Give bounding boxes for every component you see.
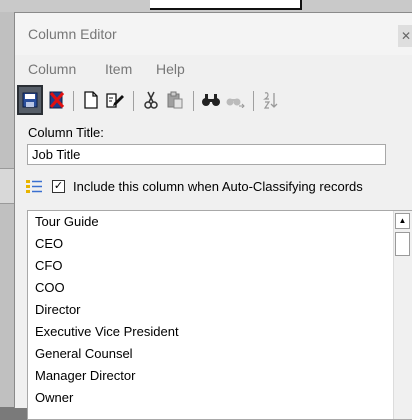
toolbar-separator: [193, 91, 194, 111]
list-item[interactable]: COO: [28, 277, 412, 299]
find-next-icon: [226, 98, 245, 108]
auto-classify-checkbox[interactable]: ✓: [52, 180, 65, 193]
menu-item[interactable]: Item: [105, 61, 132, 77]
auto-classify-label: Include this column when Auto-Classifyin…: [73, 179, 363, 194]
classify-list-icon: [26, 180, 42, 193]
toolbar: [15, 85, 412, 115]
paste-icon: [167, 91, 183, 109]
menu-bar: Column Item Help: [15, 59, 412, 81]
column-title-label: Column Title:: [28, 125, 104, 140]
paste-button[interactable]: [163, 87, 187, 113]
background-panel: [150, 0, 302, 10]
delete-icon: [49, 91, 65, 109]
list-item[interactable]: Owner: [28, 387, 412, 409]
find-next-button[interactable]: [223, 87, 247, 113]
sort-icon: [263, 92, 278, 109]
save-button[interactable]: [17, 85, 43, 115]
toolbar-separator: [133, 91, 134, 111]
list-item[interactable]: CEO: [28, 233, 412, 255]
title-bar[interactable]: Column Editor ✕: [15, 13, 412, 55]
background-app-edge: [0, 12, 14, 407]
list-item[interactable]: General Counsel: [28, 343, 412, 365]
scroll-up-arrow-icon[interactable]: ▲: [395, 213, 410, 229]
list-item[interactable]: Director: [28, 299, 412, 321]
column-editor-window: Column Editor ✕ Column Item Help Column …: [14, 12, 412, 420]
find-icon: [202, 94, 220, 106]
background-app-strip: [0, 168, 14, 204]
list-item[interactable]: Tour Guide: [28, 211, 412, 233]
new-document-icon: [84, 91, 98, 109]
vertical-scrollbar[interactable]: ▲: [393, 211, 412, 419]
toolbar-separator: [253, 91, 254, 111]
cut-button[interactable]: [139, 87, 163, 113]
find-button[interactable]: [199, 87, 223, 113]
menu-help[interactable]: Help: [156, 61, 185, 77]
cut-icon: [144, 91, 158, 109]
auto-classify-row: ✓ Include this column when Auto-Classify…: [25, 177, 412, 197]
window-title: Column Editor: [28, 26, 117, 42]
delete-button[interactable]: [45, 87, 69, 113]
save-icon: [22, 92, 38, 108]
edit-icon: [106, 93, 124, 108]
close-button[interactable]: ✕: [398, 25, 412, 47]
sort-button[interactable]: [259, 87, 283, 113]
column-title-input[interactable]: Job Title: [27, 144, 386, 165]
list-item[interactable]: Manager Director: [28, 365, 412, 387]
list-item[interactable]: Executive Vice President: [28, 321, 412, 343]
new-button[interactable]: [79, 87, 103, 113]
list-item[interactable]: CFO: [28, 255, 412, 277]
menu-column[interactable]: Column: [28, 61, 76, 77]
scrollbar-thumb[interactable]: [395, 232, 410, 256]
edit-button[interactable]: [103, 87, 127, 113]
toolbar-separator: [73, 91, 74, 111]
column-items-list[interactable]: Tour Guide CEO CFO COO Director Executive Vic…: [27, 210, 412, 420]
